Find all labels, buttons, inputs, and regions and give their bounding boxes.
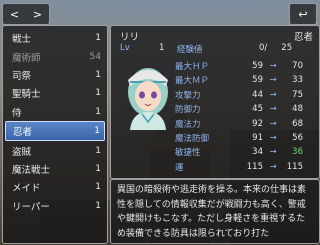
class-name: 聖騎士: [12, 89, 41, 101]
stat-next: 48: [292, 104, 303, 115]
class-name: 忍者: [13, 127, 33, 139]
stat-name: 魔法防御: [175, 134, 210, 144]
stat-next: 70: [292, 61, 303, 71]
exp-next: 25: [281, 43, 293, 53]
stat-current: 92: [252, 118, 263, 129]
back-button[interactable]: ↩: [289, 3, 317, 25]
class-item[interactable]: 侍1: [5, 103, 105, 121]
class-name: メイド: [12, 183, 41, 195]
exp-current: 0/: [259, 43, 268, 53]
character-portrait: [120, 58, 176, 130]
stat-row: 防御力 45 → 48: [175, 103, 315, 115]
class-item[interactable]: リーパー 1: [5, 197, 105, 215]
prev-class-button[interactable]: <: [3, 8, 26, 21]
stat-arrow: →: [269, 161, 277, 172]
class-name: 侍: [12, 107, 22, 119]
stat-name: 防御力: [175, 105, 201, 116]
class-item[interactable]: 魔術師 54: [5, 47, 105, 65]
stat-current: 115: [246, 161, 263, 172]
stat-row: 攻撃力 44 → 75: [175, 89, 315, 101]
class-level: 54: [89, 51, 101, 62]
stat-name: 運: [175, 162, 184, 173]
class-item[interactable]: 司祭 1: [5, 66, 105, 84]
stat-current: 59: [252, 61, 263, 71]
class-description: 異国の暗殺術や逃走術を操る。本来の仕事は素性を隠しての情報収集だが戦闘力も高く、…: [117, 185, 307, 239]
level-value: 1: [159, 43, 165, 53]
class-name: リーパー: [12, 201, 50, 213]
character-name: リリ: [120, 32, 140, 43]
exp-label: 経験値: [177, 45, 203, 55]
class-name: 司祭: [12, 70, 32, 82]
class-list: 戦士 1 魔術師 54 司祭 1 聖騎士 1 侍 1 忍者 1 盗賊 1 魔法戦士 1 メイド 1 リーパー 1: [3, 29, 107, 215]
stat-next: 68: [292, 118, 303, 129]
stat-current: 44: [252, 89, 263, 100]
class-item[interactable]: メイド 1: [5, 178, 105, 196]
class-name: 戦士: [12, 34, 32, 46]
class-name: 盗賊: [12, 146, 32, 158]
stat-next: 33: [292, 75, 303, 86]
class-item[interactable]: 盗賊 1: [5, 141, 105, 159]
stat-arrow: →: [269, 147, 277, 158]
stat-next: 56: [292, 133, 303, 143]
stat-name: 敏捷性: [175, 148, 201, 159]
class-item[interactable]: 魔法戦士 1: [5, 160, 105, 178]
class-item[interactable]: 聖騎士 1: [5, 84, 105, 102]
stat-current: 59: [252, 75, 263, 86]
stat-name: 魔法力: [175, 119, 201, 130]
stat-name: 最大ＨＰ: [175, 62, 210, 72]
class-name: 魔法戦士: [12, 164, 51, 176]
class-level: 1: [95, 33, 101, 44]
class-name: 魔術師: [12, 52, 41, 64]
stat-arrow: →: [269, 133, 277, 143]
class-level: 1: [95, 69, 101, 80]
stat-arrow: →: [269, 104, 277, 115]
status-panel: リリ 忍者 Lv 1 経験値 0/25 最大ＨＰ 59 → 70 最大ＭＰ 59 → 33 攻撃…: [110, 25, 320, 179]
class-list-panel: 戦士 1 魔術師 54 司祭 1 聖騎士 1 侍 1 忍者 1 盗賊 1 魔法戦士 1 メイド 1 リーパー 1: [2, 25, 108, 244]
character-class: 忍者: [293, 32, 313, 43]
stat-current: 34: [252, 147, 263, 158]
class-level: 1: [95, 88, 101, 99]
stat-arrow: →: [269, 118, 277, 129]
class-level: 1: [95, 145, 101, 156]
description-panel: 異国の暗殺術や逃走術を操る。本来の仕事は素性を隠しての情報収集だが戦闘力も高く、…: [110, 179, 320, 244]
stat-next: 115: [286, 161, 303, 172]
class-item[interactable]: 忍者 1: [5, 120, 105, 142]
stat-row: 魔法力 92 → 68: [175, 118, 315, 130]
stat-row: 最大ＭＰ 59 → 33: [175, 74, 315, 86]
class-level: 1: [94, 126, 100, 137]
stat-next: 36: [292, 147, 303, 158]
exp-value: 0/25: [259, 43, 292, 53]
stat-arrow: →: [269, 75, 277, 86]
stat-arrow: →: [269, 61, 277, 71]
stat-arrow: →: [269, 89, 277, 100]
class-level: 1: [95, 200, 101, 211]
stat-row: 魔法防御 91 → 56: [175, 132, 315, 144]
stat-row: 運 115 → 115: [175, 161, 315, 173]
stat-row: 敏捷性 34 → 36: [175, 146, 315, 158]
level-label: Lv: [120, 43, 130, 53]
stat-next: 75: [292, 89, 303, 100]
class-level: 1: [95, 106, 101, 117]
stat-current: 91: [252, 133, 263, 143]
class-level: 1: [95, 163, 101, 174]
stat-row: 最大ＨＰ 59 → 70: [175, 60, 315, 72]
class-level: 1: [95, 182, 101, 193]
stat-name: 攻撃力: [175, 90, 201, 101]
class-item[interactable]: 戦士 1: [5, 29, 105, 47]
class-pager: < >: [2, 3, 50, 25]
next-class-button[interactable]: >: [26, 8, 49, 21]
stat-name: 最大ＭＰ: [175, 76, 210, 87]
stat-current: 45: [252, 104, 263, 115]
back-arrow-icon: ↩: [298, 7, 308, 21]
